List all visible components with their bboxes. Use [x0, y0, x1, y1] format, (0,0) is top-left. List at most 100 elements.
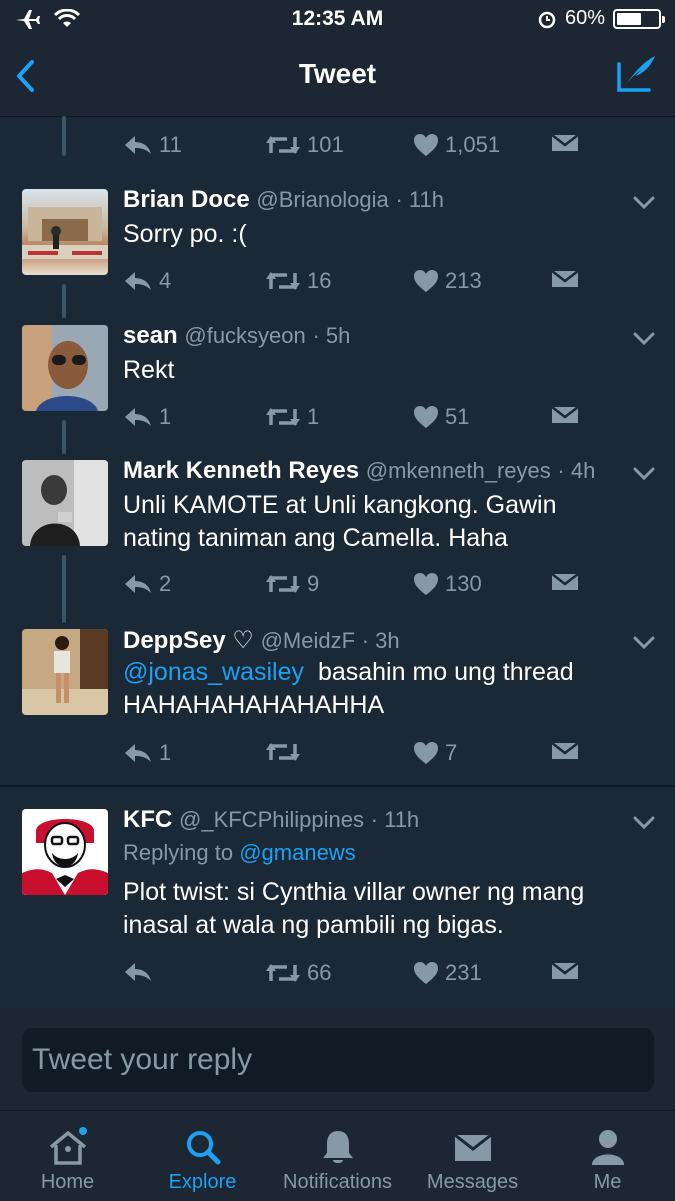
person-icon	[592, 1130, 624, 1165]
thread-line	[62, 555, 66, 623]
user-handle[interactable]: @mkenneth_reyes	[366, 458, 551, 483]
tweet-time: · 11h	[395, 187, 444, 212]
chevron-down-icon[interactable]	[633, 816, 655, 830]
heart-icon	[414, 270, 438, 292]
tab-home[interactable]: Home	[0, 1111, 135, 1201]
tab-label: Home	[40, 1171, 95, 1193]
home-icon	[49, 1127, 87, 1165]
tweet-time: · 11h	[370, 807, 420, 832]
replying-to-label: Replying to	[123, 840, 234, 865]
user-handle[interactable]: @fucksyeon	[184, 323, 305, 348]
envelope-icon	[551, 962, 579, 979]
display-name[interactable]: Mark Kenneth Reyes	[123, 457, 359, 484]
reply-count: 1	[159, 404, 172, 429]
envelope-icon	[551, 573, 579, 590]
avatar-photo	[22, 207, 108, 259]
retweet-button[interactable]: 9	[265, 571, 319, 597]
tab-explore[interactable]: Explore	[135, 1111, 270, 1201]
envelope-icon	[551, 742, 579, 759]
avatar[interactable]	[22, 325, 108, 411]
tweet-time: · 5h	[312, 323, 351, 348]
user-handle[interactable]: @_KFCPhilippines	[179, 807, 364, 832]
like-count: 213	[445, 268, 482, 293]
reply-count: 4	[159, 268, 172, 293]
heart-icon	[414, 406, 438, 428]
retweet-button[interactable]: 1	[265, 404, 319, 430]
tab-notifications[interactable]: Notifications	[270, 1111, 405, 1201]
avatar[interactable]	[22, 809, 108, 895]
reply-button[interactable]: 1	[123, 740, 171, 766]
replying-to-link[interactable]: @gmanews	[239, 840, 356, 865]
dm-button[interactable]	[551, 960, 579, 982]
envelope-icon	[551, 134, 579, 151]
display-name[interactable]: DeppSey ♡	[123, 627, 254, 654]
retweet-icon	[266, 575, 300, 593]
heart-icon	[414, 134, 438, 156]
tab-bar: Home Explore Notifications Messages Me	[0, 1110, 675, 1201]
tweet-text-line: inasal at wala ng pambili ng bigas.	[123, 911, 504, 939]
tweet-text: Rekt	[123, 354, 653, 387]
like-button[interactable]: 213	[413, 268, 482, 294]
avatar[interactable]	[22, 629, 108, 715]
retweet-icon	[266, 964, 300, 982]
tweet-text-line: Rekt	[123, 356, 175, 384]
dm-button[interactable]	[551, 268, 579, 290]
retweet-button[interactable]: 16	[265, 268, 331, 294]
like-count: 231	[445, 960, 482, 985]
like-count: 51	[445, 404, 470, 429]
alarm-icon	[538, 11, 556, 28]
section-divider	[0, 785, 675, 787]
like-button[interactable]: 51	[413, 404, 469, 430]
tweet-text-fragment: basahin mo ung thread	[317, 658, 574, 686]
tweet-header: Mark Kenneth Reyes @mkenneth_reyes · 4h	[123, 457, 595, 485]
tweet-actions: 66 231	[123, 960, 593, 990]
tweet-header: KFC @_KFCPhilippines · 11h	[123, 806, 419, 834]
reply-button[interactable]: 1	[123, 404, 171, 430]
avatar[interactable]	[22, 189, 108, 275]
thread-line	[62, 116, 66, 156]
retweet-icon	[266, 743, 300, 761]
retweet-button[interactable]: 66	[265, 960, 331, 986]
tab-me[interactable]: Me	[540, 1111, 675, 1201]
user-handle[interactable]: @MeidzF	[261, 628, 355, 653]
like-button[interactable]: 231	[413, 960, 482, 986]
like-button[interactable]: 1,051	[413, 132, 500, 158]
chevron-down-icon[interactable]	[633, 636, 655, 650]
tweet-actions: 1 1 51	[123, 404, 593, 434]
dm-button[interactable]	[551, 740, 579, 762]
retweet-count: 1	[307, 404, 320, 429]
display-name[interactable]: sean	[123, 322, 178, 349]
dm-button[interactable]	[551, 132, 579, 154]
display-name[interactable]: KFC	[123, 806, 172, 833]
compose-tweet-icon[interactable]	[615, 52, 659, 96]
like-button[interactable]: 130	[413, 571, 482, 597]
retweet-button[interactable]: 101	[265, 132, 344, 158]
tweet-text-line: @jonas_wasiley basahin mo ung thread	[123, 656, 653, 689]
retweet-icon	[266, 408, 300, 426]
tweet-text-line: Plot twist: si Cynthia villar owner ng m…	[123, 878, 585, 906]
chevron-down-icon[interactable]	[633, 332, 655, 346]
chevron-down-icon[interactable]	[633, 196, 655, 210]
user-handle[interactable]: @Brianologia	[256, 187, 388, 212]
retweet-icon	[266, 272, 300, 290]
retweet-button[interactable]	[265, 740, 307, 764]
dm-button[interactable]	[551, 404, 579, 426]
reply-button[interactable]: 2	[123, 571, 171, 597]
chevron-down-icon[interactable]	[633, 467, 655, 481]
avatar-photo	[22, 629, 108, 715]
tweet-text-line: Sorry po. :(	[123, 220, 247, 248]
dm-button[interactable]	[551, 571, 579, 593]
page-title: Tweet	[298, 58, 377, 89]
reply-icon	[125, 136, 151, 154]
reply-input[interactable]	[22, 1028, 654, 1092]
reply-icon	[125, 744, 151, 762]
mention-link[interactable]: @jonas_wasiley	[123, 658, 304, 686]
reply-button[interactable]: 4	[123, 268, 171, 294]
avatar[interactable]	[22, 460, 108, 546]
tab-label: Explore	[168, 1171, 237, 1193]
reply-button[interactable]	[123, 960, 159, 984]
like-button[interactable]: 7	[413, 740, 457, 766]
tab-messages[interactable]: Messages	[405, 1111, 540, 1201]
reply-button[interactable]: 11	[123, 132, 182, 158]
display-name[interactable]: Brian Doce	[123, 186, 250, 213]
